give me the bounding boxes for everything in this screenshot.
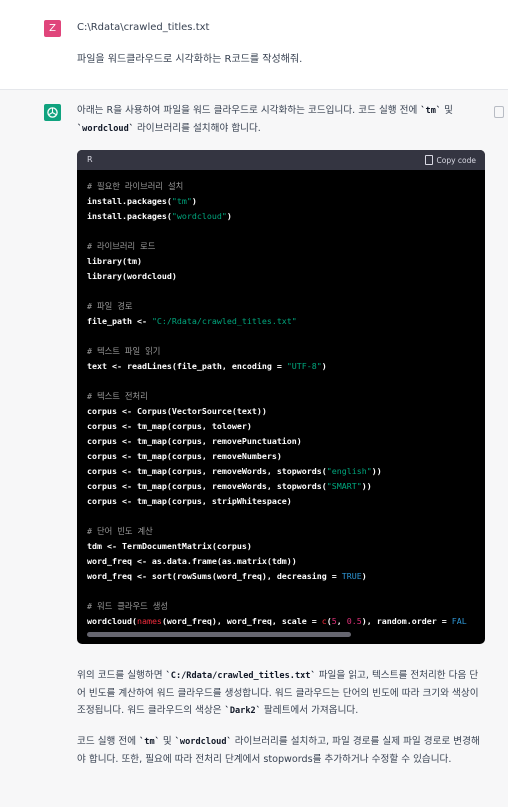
code-comment: # 단어 빈도 계산 bbox=[87, 526, 153, 536]
code-line: file_path <- "C:/Rdata/crawled_titles.tx… bbox=[87, 316, 297, 326]
code-comment: # 텍스트 전처리 bbox=[87, 391, 148, 401]
code-comment: # 필요한 라이브러리 설치 bbox=[87, 181, 184, 191]
code-line: corpus <- tm_map(corpus, removeWords, st… bbox=[87, 466, 382, 476]
code-line: corpus <- tm_map(corpus, stripWhitespace… bbox=[87, 496, 292, 506]
code-line: library(wordcloud) bbox=[87, 271, 177, 281]
user-message-path: C:\Rdata\crawled_titles.txt bbox=[77, 22, 210, 33]
code-line: corpus <- tm_map(corpus, removeNumbers) bbox=[87, 451, 282, 461]
code-line: install.packages("tm") bbox=[87, 196, 197, 206]
code-line: text <- readLines(file_path, encoding = … bbox=[87, 361, 327, 371]
code-line: tdm <- TermDocumentMatrix(corpus) bbox=[87, 541, 252, 551]
code-line: corpus <- tm_map(corpus, tolower) bbox=[87, 421, 252, 431]
clipboard-icon bbox=[424, 155, 433, 165]
user-avatar: Z bbox=[44, 20, 61, 37]
code-block: R Copy code # 필요한 라이브러리 설치 install.packa… bbox=[77, 150, 485, 644]
user-message-text: 파일을 워드클라우드로 시각화하는 R코드를 작성해줘. bbox=[77, 54, 303, 65]
code-line: install.packages("wordcloud") bbox=[87, 211, 232, 221]
code-line: corpus <- Corpus(VectorSource(text)) bbox=[87, 406, 267, 416]
code-content: # 필요한 라이브러리 설치 install.packages("tm") in… bbox=[87, 180, 485, 640]
code-block-header: R Copy code bbox=[77, 150, 485, 170]
code-language-label: R bbox=[87, 155, 93, 164]
code-comment: # 라이브러리 로드 bbox=[87, 241, 156, 251]
openai-logo-icon bbox=[44, 104, 61, 121]
code-horizontal-scrollbar[interactable] bbox=[87, 632, 351, 637]
code-line: corpus <- tm_map(corpus, removeWords, st… bbox=[87, 481, 372, 491]
code-comment: # 워드 클라우드 생성 bbox=[87, 601, 169, 611]
clipboard-icon[interactable] bbox=[494, 106, 504, 118]
code-line: library(tm) bbox=[87, 256, 142, 266]
copy-code-label: Copy code bbox=[436, 155, 477, 165]
assistant-intro: 아래는 R을 사용하여 파일을 워드 클라우드로 시각화하는 코드입니다. 코드… bbox=[77, 105, 453, 134]
code-line: corpus <- tm_map(corpus, removePunctuati… bbox=[87, 436, 302, 446]
assistant-note: 코드 실행 전에 `tm` 및 `wordcloud` 라이브러리를 설치하고,… bbox=[77, 736, 480, 765]
code-comment: # 텍스트 파일 읽기 bbox=[87, 346, 161, 356]
code-line: word_freq <- sort(rowSums(word_freq), de… bbox=[87, 571, 367, 581]
code-line: wordcloud(names(word_freq), word_freq, s… bbox=[87, 616, 467, 626]
assistant-explanation: 위의 코드를 실행하면 `C:/Rdata/crawled_titles.txt… bbox=[77, 670, 479, 716]
code-line: word_freq <- as.data.frame(as.matrix(tdm… bbox=[87, 556, 297, 566]
user-message: Z C:\Rdata\crawled_titles.txt 파일을 워드클라우드… bbox=[0, 0, 508, 90]
copy-code-button[interactable]: Copy code bbox=[424, 154, 477, 166]
assistant-message: 아래는 R을 사용하여 파일을 워드 클라우드로 시각화하는 코드입니다. 코드… bbox=[0, 90, 508, 807]
code-comment: # 파일 경로 bbox=[87, 301, 133, 311]
